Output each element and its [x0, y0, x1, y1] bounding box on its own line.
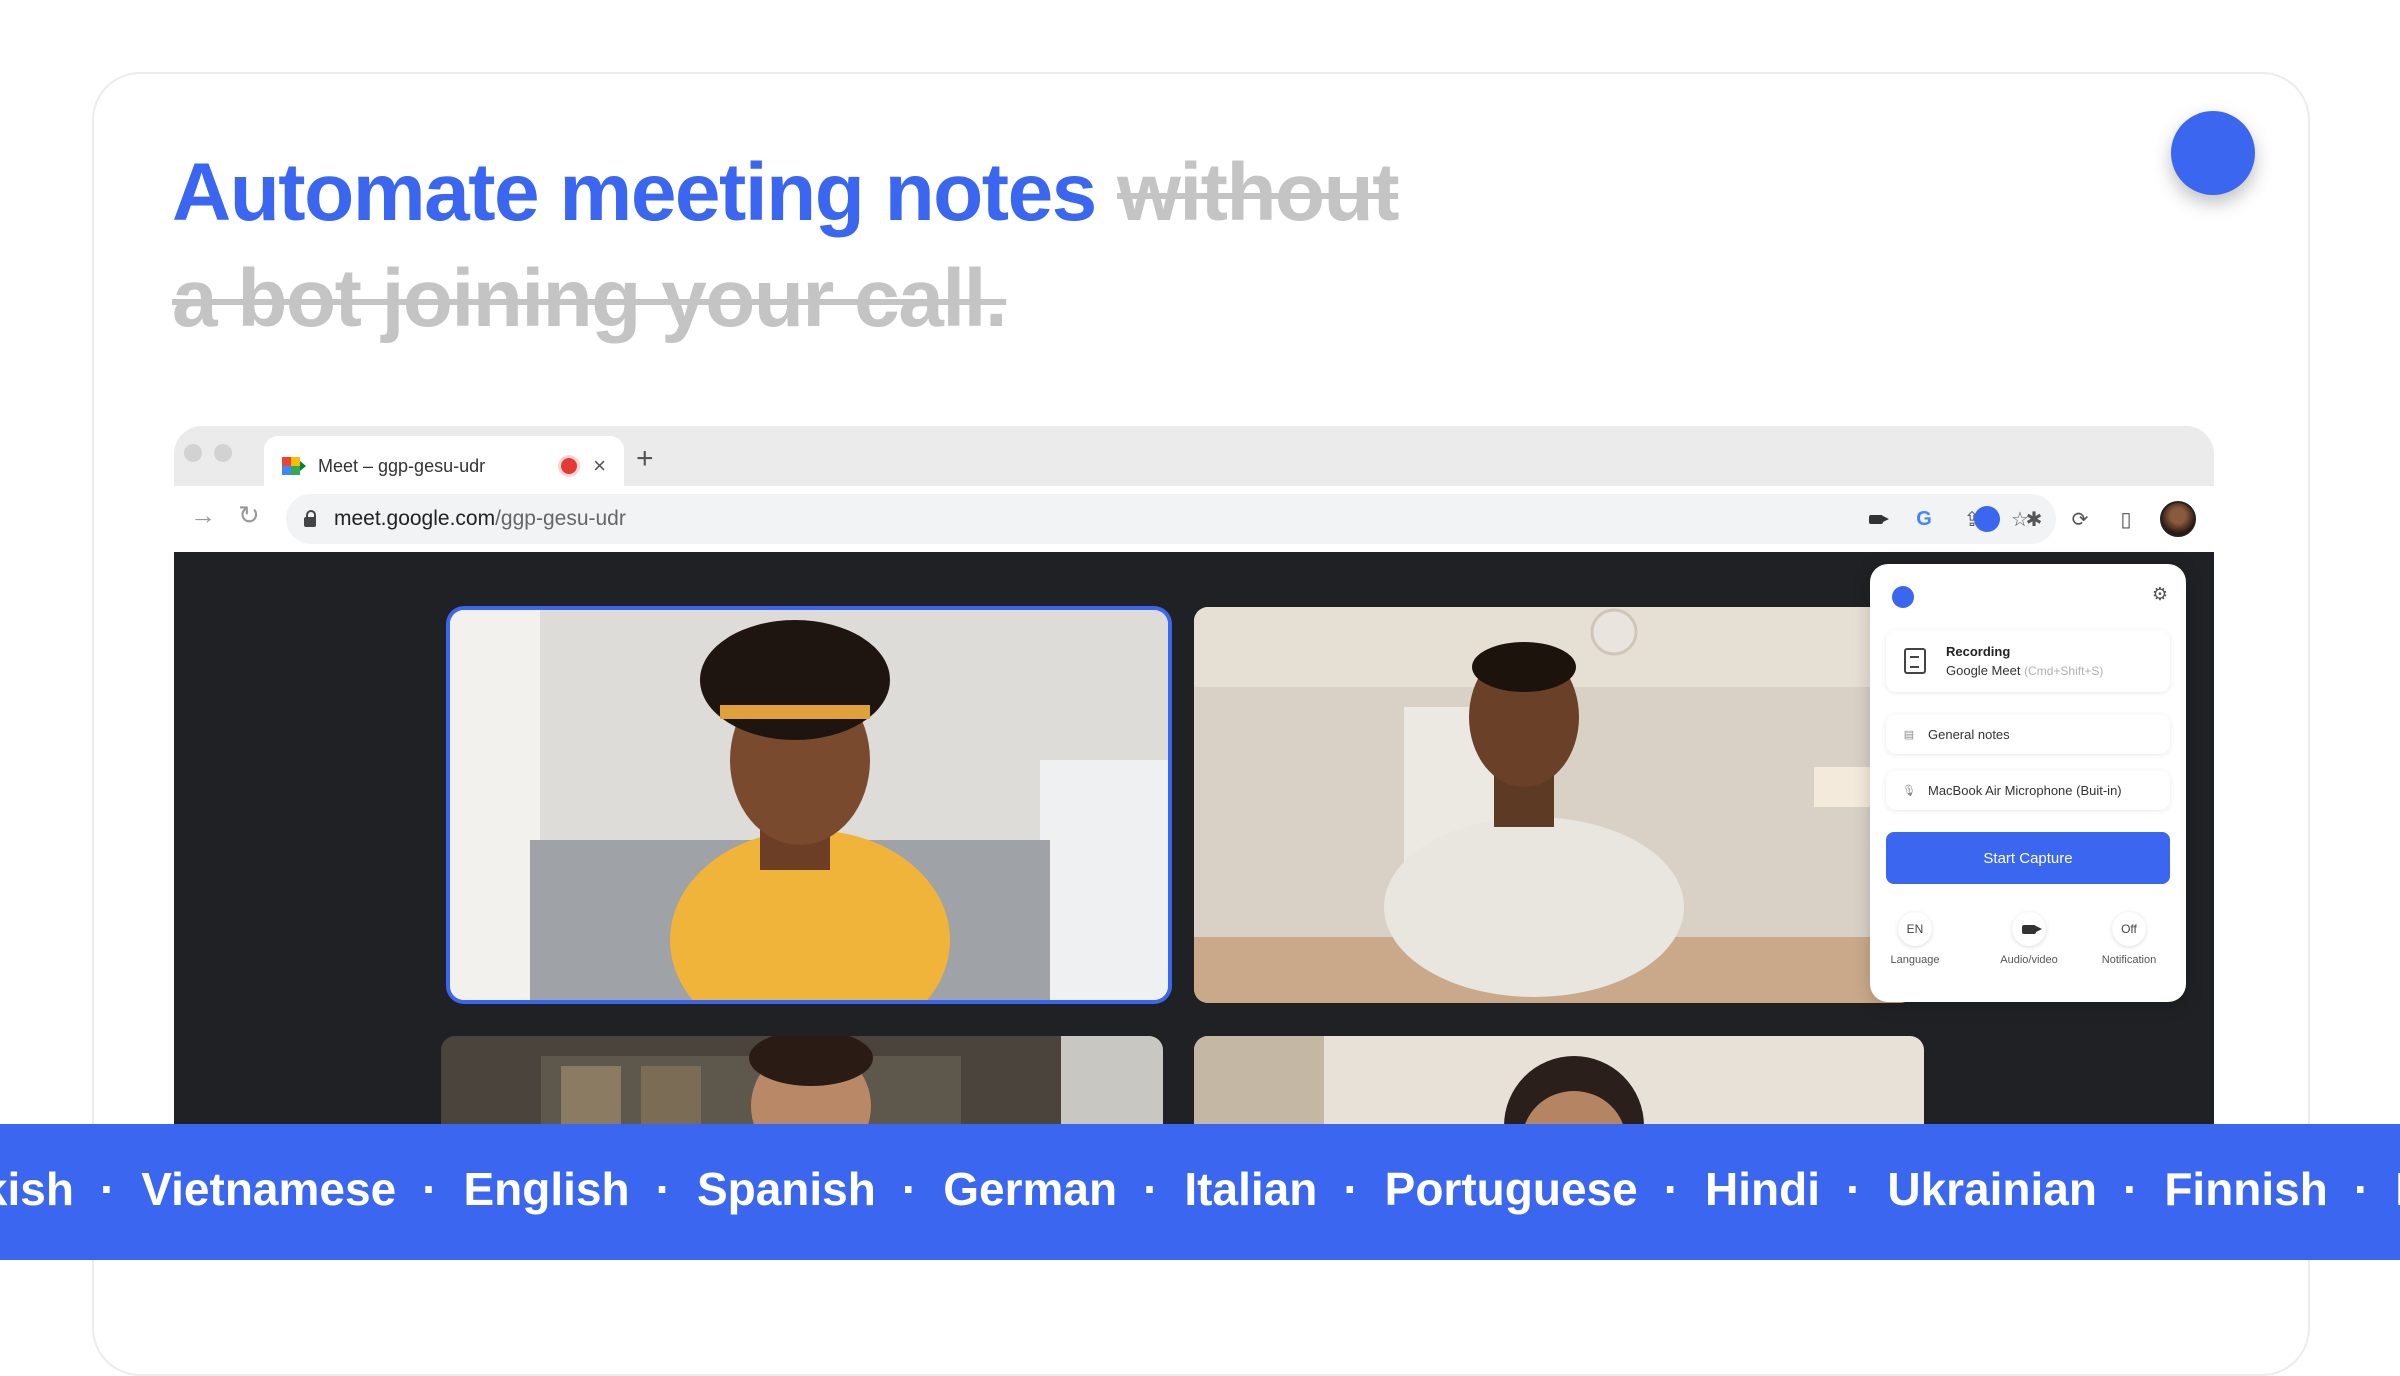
language-banner: rkish · Vietnamese · English · Spanish · German ·…: [0, 1124, 2400, 1260]
language-option[interactable]: EN Language: [1870, 912, 1960, 966]
notification-label: Notification: [2101, 954, 2157, 966]
participant-video: [1194, 1036, 1924, 1126]
extension-logo-icon[interactable]: [1974, 506, 2000, 532]
capture-popup: ⚙ Recording Google Meet (Cmd+Shift+S) ▤ …: [1870, 564, 2186, 1002]
language-separator: ·: [1846, 1163, 1862, 1215]
language-separator: ·: [422, 1163, 438, 1215]
language-separator: ·: [2353, 1163, 2370, 1215]
audio-video-option[interactable]: Audio/video: [1984, 912, 2074, 966]
participant-video: [1194, 607, 1914, 1003]
language-item: Italian: [1184, 1163, 1318, 1215]
language-separator: ·: [1663, 1163, 1680, 1215]
language-item: rkish: [0, 1163, 74, 1215]
window-close-dot[interactable]: [184, 444, 202, 462]
recording-app: Google Meet: [1946, 662, 2021, 678]
popup-logo-icon: [1892, 586, 1914, 608]
address-bar[interactable]: meet.google.com/ggp-gesu-udr G ⇪ ☆: [286, 494, 2056, 544]
google-icon[interactable]: G: [1912, 507, 1936, 531]
language-item: German: [943, 1163, 1118, 1215]
audio-video-label: Audio/video: [2000, 954, 2058, 966]
microphone-select[interactable]: 🎙 MacBook Air Microphone (Buit-in): [1886, 770, 2170, 810]
language-item: Hindi: [1705, 1163, 1821, 1215]
notes-icon: ▤: [1903, 728, 1915, 741]
reload-icon[interactable]: ↻: [238, 500, 260, 531]
window-minimize-dot[interactable]: [214, 444, 232, 462]
forward-icon[interactable]: →: [190, 500, 216, 531]
participant-video: [441, 1036, 1163, 1126]
participant-tile-2[interactable]: [1194, 607, 1914, 1003]
language-item: Finnish: [2164, 1163, 2328, 1215]
profile-avatar[interactable]: [2160, 501, 2196, 537]
headline-highlight: Automate meeting notes: [172, 147, 1097, 238]
start-capture-button[interactable]: Start Capture: [1886, 832, 2170, 884]
video-camera-icon: [2012, 912, 2046, 946]
camera-icon[interactable]: [1864, 507, 1889, 531]
recording-shortcut: (Cmd+Shift+S): [2024, 663, 2104, 678]
url-path: /ggp-gesu-udr: [495, 507, 626, 530]
document-icon: [1904, 648, 1926, 674]
extensions-puzzle-icon[interactable]: ✱: [2022, 507, 2046, 531]
lock-icon: [304, 510, 316, 527]
language-separator: ·: [901, 1163, 918, 1215]
recording-source-row[interactable]: Recording Google Meet (Cmd+Shift+S): [1886, 630, 2170, 692]
headline-strike-1: without: [1117, 147, 1399, 238]
language-list: rkish · Vietnamese · English · Spanish · German ·…: [0, 1162, 2400, 1216]
participant-tile-1[interactable]: [450, 610, 1168, 1000]
tab-title: Meet – ggp-gesu-udr: [318, 455, 486, 476]
language-item: Spanish: [696, 1163, 876, 1215]
brand-logo-dot[interactable]: [2171, 111, 2255, 195]
language-item: Vietnamese: [141, 1163, 397, 1215]
microphone-icon: 🎙: [1902, 784, 1916, 797]
language-separator: ·: [655, 1163, 671, 1215]
sync-icon[interactable]: ⟳: [2068, 507, 2092, 531]
participant-tile-4[interactable]: [1194, 1036, 1924, 1126]
new-tab-button[interactable]: +: [636, 442, 654, 476]
language-separator: ·: [2122, 1163, 2139, 1215]
headline-strike-2: a bot joining your call.: [172, 253, 1008, 344]
settings-gear-icon[interactable]: ⚙: [2152, 584, 2168, 605]
tab-close-icon[interactable]: ×: [593, 453, 606, 479]
recording-indicator-icon: [561, 458, 578, 474]
language-separator: ·: [1143, 1163, 1159, 1215]
participant-video: [450, 610, 1168, 1000]
language-label: Language: [1890, 954, 1940, 966]
microphone-label: MacBook Air Microphone (Buit-in): [1928, 782, 2122, 798]
headline: Automate meeting notes without a bot joi…: [172, 140, 1672, 352]
participant-tile-3[interactable]: [441, 1036, 1163, 1126]
browser-toolbar: → ↻ meet.google.com/ggp-gesu-udr G ⇪ ☆ ✱…: [174, 486, 2214, 552]
notification-option[interactable]: Off Notification: [2084, 912, 2174, 966]
google-meet-icon: [282, 457, 306, 475]
sidebar-icon[interactable]: ▯: [2114, 507, 2138, 531]
url-host: meet.google.com: [334, 507, 496, 530]
recording-title: Recording: [1946, 643, 2011, 659]
notification-value: Off: [2112, 912, 2146, 946]
notes-template-select[interactable]: ▤ General notes: [1886, 714, 2170, 754]
language-separator: ·: [1343, 1163, 1359, 1215]
notes-label: General notes: [1928, 726, 2010, 742]
language-item: Ukrainian: [1887, 1163, 2097, 1215]
language-item: English: [463, 1163, 630, 1215]
language-value: EN: [1898, 912, 1932, 946]
language-item: Portuguese: [1384, 1163, 1638, 1215]
language-item: Korean: [2395, 1163, 2400, 1215]
language-separator: ·: [99, 1163, 116, 1215]
